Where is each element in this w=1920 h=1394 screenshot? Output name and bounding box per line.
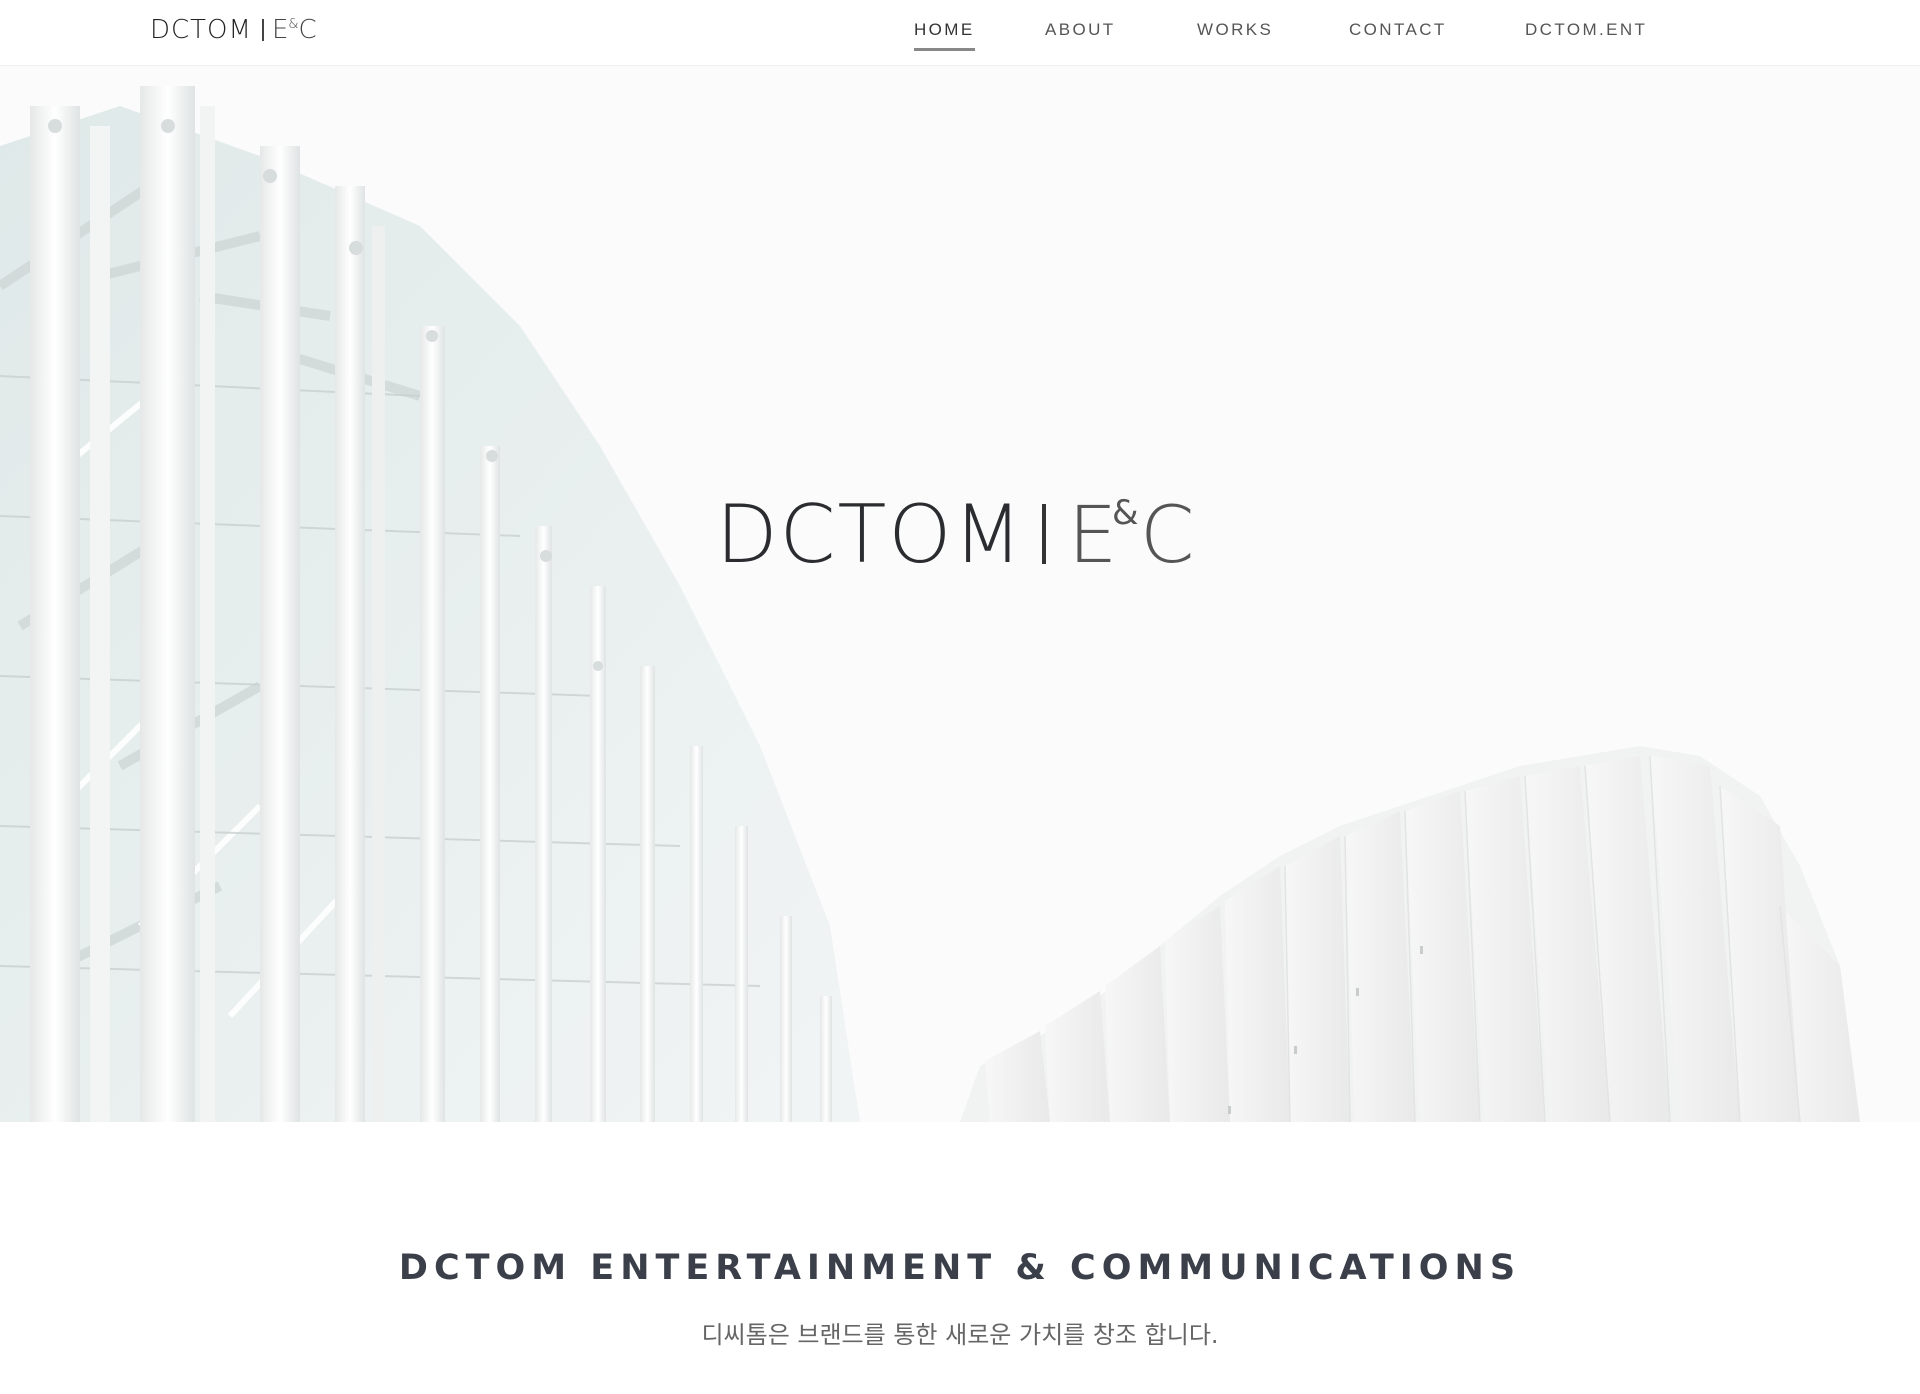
nav-item-label: ABOUT [1045, 20, 1116, 39]
nav-item-works[interactable]: WORKS [1197, 20, 1273, 40]
nav-item-contact[interactable]: CONTACT [1349, 20, 1447, 40]
logo-ec-c: C [298, 15, 317, 45]
hero-logo-wordmark: DCTOM [716, 490, 1024, 580]
nav-item-label: CONTACT [1349, 20, 1447, 39]
hero-logo-amp: & [1112, 493, 1139, 533]
logo-divider [261, 19, 264, 41]
nav-item-home[interactable]: HOME [914, 20, 975, 51]
hero-logo-divider [1042, 504, 1046, 564]
intro-title: DCTOM ENTERTAINMENT & COMMUNICATIONS [398, 1248, 1522, 1288]
intro-section: DCTOM ENTERTAINMENT & COMMUNICATIONS 디씨톰… [0, 1122, 1920, 1394]
logo-ec-e: E [271, 15, 289, 45]
hero-section: DCTOM E & C [0, 66, 1920, 1122]
logo-ec: E & C [272, 17, 317, 43]
hero-logo-mark: DCTOM E & C [716, 488, 1194, 581]
intro-subtitle: 디씨톰은 브랜드를 통한 새로운 가치를 창조 합니다. [701, 1321, 1219, 1349]
hero-logo: DCTOM E & C [716, 488, 1206, 581]
hero-logo-c: C [1140, 491, 1194, 580]
nav-active-underline [914, 48, 975, 51]
header-logo[interactable]: DCTOM E & C [150, 14, 317, 46]
hero-logo-e: E [1068, 491, 1117, 580]
nav-item-dctom-ent[interactable]: DCTOM.ENT [1525, 20, 1647, 40]
nav-item-label: DCTOM.ENT [1525, 20, 1648, 39]
logo-wordmark: DCTOM [150, 15, 252, 45]
logo-ec-amp: & [288, 17, 299, 32]
hero-architecture-image [0, 86, 1860, 1122]
site-header: DCTOM E & C HOME ABOUT WORKS CONTACT DCT… [0, 0, 1920, 66]
nav-item-label: WORKS [1197, 20, 1274, 39]
nav-item-label: HOME [914, 20, 975, 39]
nav-item-about[interactable]: ABOUT [1045, 20, 1116, 40]
